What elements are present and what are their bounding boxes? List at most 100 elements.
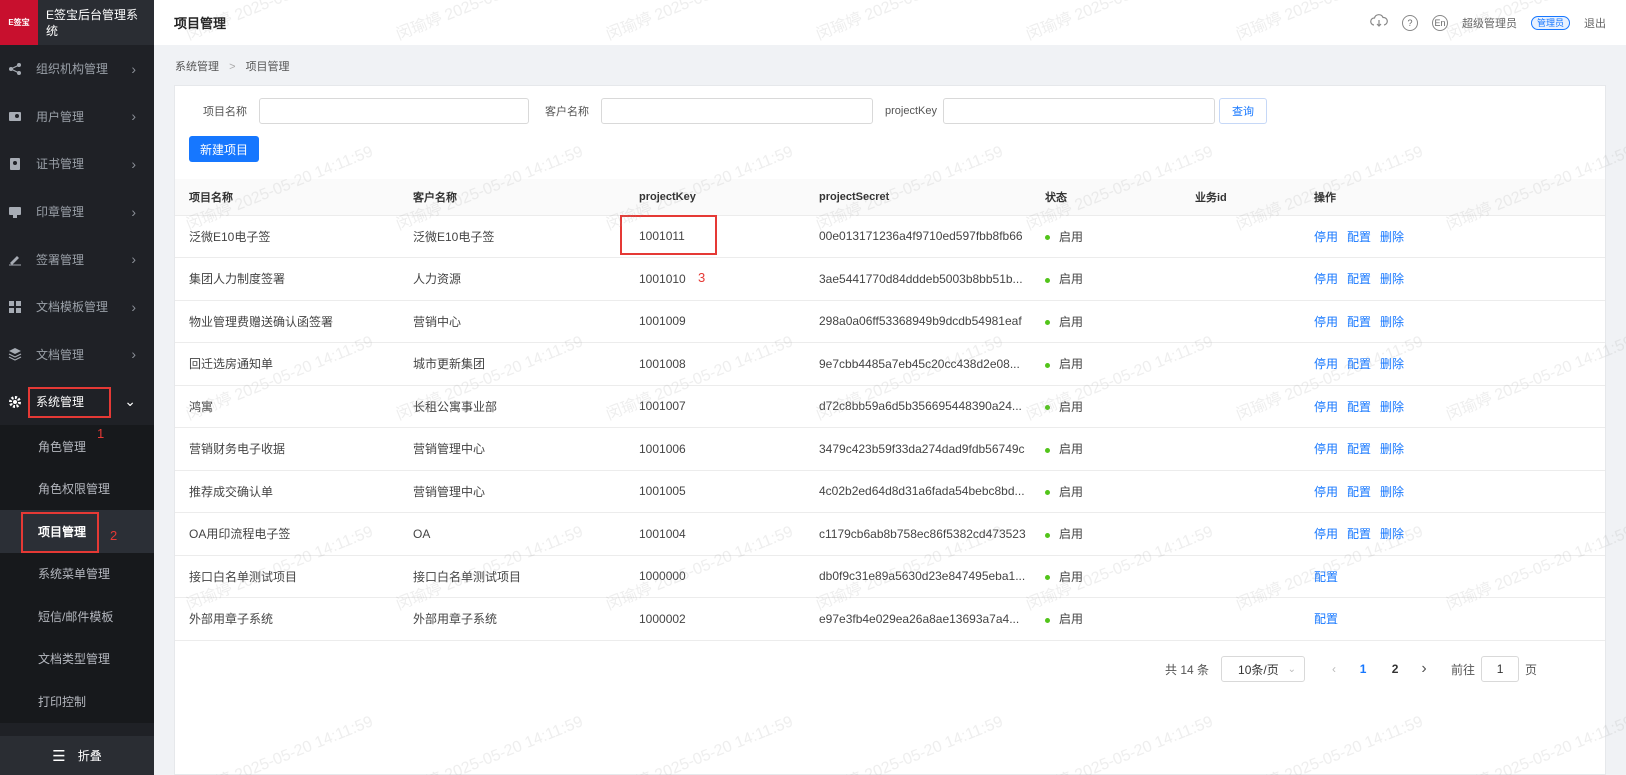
user-name[interactable]: 超级管理员 <box>1462 15 1517 31</box>
row-action-link[interactable]: 配置 <box>1347 527 1371 541</box>
row-action-link[interactable]: 删除 <box>1380 315 1404 329</box>
row-action-link[interactable]: 删除 <box>1380 230 1404 244</box>
query-button[interactable]: 查询 <box>1219 98 1267 124</box>
goto-page-input[interactable]: 1 <box>1481 656 1520 682</box>
submenu-item-6[interactable]: 打印控制 <box>0 680 154 723</box>
row-action-link[interactable]: 配置 <box>1347 230 1371 244</box>
submenu-item-4[interactable]: 短信/邮件模板 <box>0 595 154 638</box>
status-text: 启用 <box>1059 272 1084 287</box>
cell-project-secret: 3ae5441770d84dddeb5003b8bb51b... <box>805 257 1031 301</box>
breadcrumb-item-current: 项目管理 <box>245 61 290 73</box>
doc-icon <box>8 347 22 362</box>
page-title: 项目管理 <box>174 16 227 31</box>
page-number-1[interactable]: 1 <box>1347 662 1379 676</box>
row-action-link[interactable]: 配置 <box>1347 400 1371 414</box>
cell-project-key: 1001008 <box>625 342 805 386</box>
sidebar-item-3[interactable]: 印章管理 › <box>0 188 154 236</box>
cloud-download-icon[interactable] <box>1370 14 1388 31</box>
cell-project-key: 1001005 <box>625 470 805 513</box>
status-dot-icon <box>1045 405 1050 411</box>
submenu-item-5[interactable]: 文档类型管理 <box>0 637 154 681</box>
column-header: 业务id <box>1181 179 1300 216</box>
cell-customer-name: 外部用章子系统 <box>399 597 625 641</box>
chevron-right-icon: › <box>131 251 136 268</box>
gear-icon <box>8 395 22 409</box>
row-action-link[interactable]: 停用 <box>1314 442 1338 456</box>
row-action-link[interactable]: 停用 <box>1314 527 1338 541</box>
row-action-link[interactable]: 配置 <box>1347 315 1371 329</box>
seal-icon <box>8 205 22 219</box>
cell-project-name: 泛微E10电子签 <box>175 215 399 258</box>
row-action-link[interactable]: 配置 <box>1314 612 1338 626</box>
row-action-link[interactable]: 停用 <box>1314 272 1338 286</box>
chevron-right-icon: › <box>131 108 136 125</box>
row-action-link[interactable]: 删除 <box>1380 527 1404 541</box>
submenu-item-3[interactable]: 系统菜单管理 <box>0 552 154 596</box>
annotation-number-2: 2 <box>110 528 118 543</box>
sidebar-item-label: 签署管理 <box>36 252 85 267</box>
sidebar-item-4[interactable]: 签署管理 › <box>0 235 154 283</box>
cell-actions: 停用 配置 删除 <box>1300 257 1605 301</box>
help-icon[interactable]: ? <box>1401 14 1418 31</box>
cell-customer-name: 泛微E10电子签 <box>399 215 625 258</box>
goto-suffix: 页 <box>1525 662 1538 677</box>
submenu-item-1[interactable]: 角色权限管理 <box>0 467 154 511</box>
status-dot-icon <box>1045 617 1050 623</box>
cell-project-key: 1001009 <box>625 300 805 343</box>
customer-name-label: 客户名称 <box>545 106 589 118</box>
cell-project-key: 1001004 <box>625 512 805 556</box>
row-action-link[interactable]: 配置 <box>1347 442 1371 456</box>
chevron-right-icon: › <box>131 203 136 220</box>
cell-project-name: 鸿寓 <box>175 385 399 428</box>
breadcrumb-item-system[interactable]: 系统管理 <box>175 61 219 73</box>
project-key-input[interactable] <box>943 98 1215 124</box>
cell-project-key: 1001010 <box>625 257 805 301</box>
customer-name-input[interactable] <box>601 98 873 124</box>
role-badge: 管理员 <box>1530 15 1570 30</box>
row-action-link[interactable]: 删除 <box>1380 357 1404 371</box>
sidebar-item-5[interactable]: 文档模板管理 › <box>0 283 154 331</box>
filter-bar: 项目名称 客户名称 projectKey <box>175 98 1215 124</box>
cell-project-secret: 3479c423b59f33da274dad9fdb56749c <box>805 427 1031 471</box>
template-icon <box>8 300 22 314</box>
project-name-input[interactable] <box>259 98 529 124</box>
column-header: 状态 <box>1031 179 1181 216</box>
sidebar-item-2[interactable]: 证书管理 › <box>0 140 154 188</box>
row-action-link[interactable]: 删除 <box>1380 442 1404 456</box>
row-action-link[interactable]: 停用 <box>1314 400 1338 414</box>
row-action-link[interactable]: 停用 <box>1314 315 1338 329</box>
cell-biz-id <box>1181 555 1300 598</box>
row-action-link[interactable]: 配置 <box>1347 485 1371 499</box>
chevron-down-icon: ⌄ <box>1287 663 1297 675</box>
cell-status: 启用 <box>1031 597 1181 641</box>
row-action-link[interactable]: 停用 <box>1314 485 1338 499</box>
row-action-link[interactable]: 删除 <box>1380 400 1404 414</box>
next-page-icon[interactable]: › <box>1411 660 1437 678</box>
row-action-link[interactable]: 删除 <box>1380 485 1404 499</box>
cell-status: 启用 <box>1031 555 1181 598</box>
sidebar-item-0[interactable]: 组织机构管理 › <box>0 45 154 93</box>
submenu-item-0[interactable]: 角色管理 <box>0 425 154 468</box>
row-action-link[interactable]: 配置 <box>1347 357 1371 371</box>
sidebar-item-1[interactable]: 用户管理 › <box>0 93 154 141</box>
prev-page-icon[interactable]: ‹ <box>1321 662 1347 676</box>
row-action-link[interactable]: 停用 <box>1314 357 1338 371</box>
table-row: 外部用章子系统 外部用章子系统 1000002 e97e3fb4e029ea26a8a… <box>175 597 1605 641</box>
collapse-button[interactable]: ☰ 折叠 <box>0 736 154 775</box>
page-size-select[interactable]: 10条/页 ⌄ <box>1221 656 1306 682</box>
page-number-2[interactable]: 2 <box>1379 662 1411 676</box>
language-icon[interactable]: En <box>1431 14 1448 31</box>
cell-biz-id <box>1181 512 1300 556</box>
cell-customer-name: OA <box>399 512 625 556</box>
row-action-link[interactable]: 配置 <box>1347 272 1371 286</box>
sidebar-item-6[interactable]: 文档管理 › <box>0 331 154 379</box>
table-row: 回迁选房通知单 城市更新集团 1001008 9e7cbb4485a7eb45c20c… <box>175 342 1605 386</box>
new-project-button[interactable]: 新建项目 <box>189 136 259 162</box>
row-action-link[interactable]: 配置 <box>1314 570 1338 584</box>
row-action-link[interactable]: 删除 <box>1380 272 1404 286</box>
logout-link[interactable]: 退出 <box>1584 15 1606 31</box>
goto-prefix: 前往 <box>1451 662 1476 677</box>
cell-biz-id <box>1181 597 1300 641</box>
row-action-link[interactable]: 停用 <box>1314 230 1338 244</box>
logo-area: E签宝 E签宝后台管理系统 <box>0 0 154 45</box>
